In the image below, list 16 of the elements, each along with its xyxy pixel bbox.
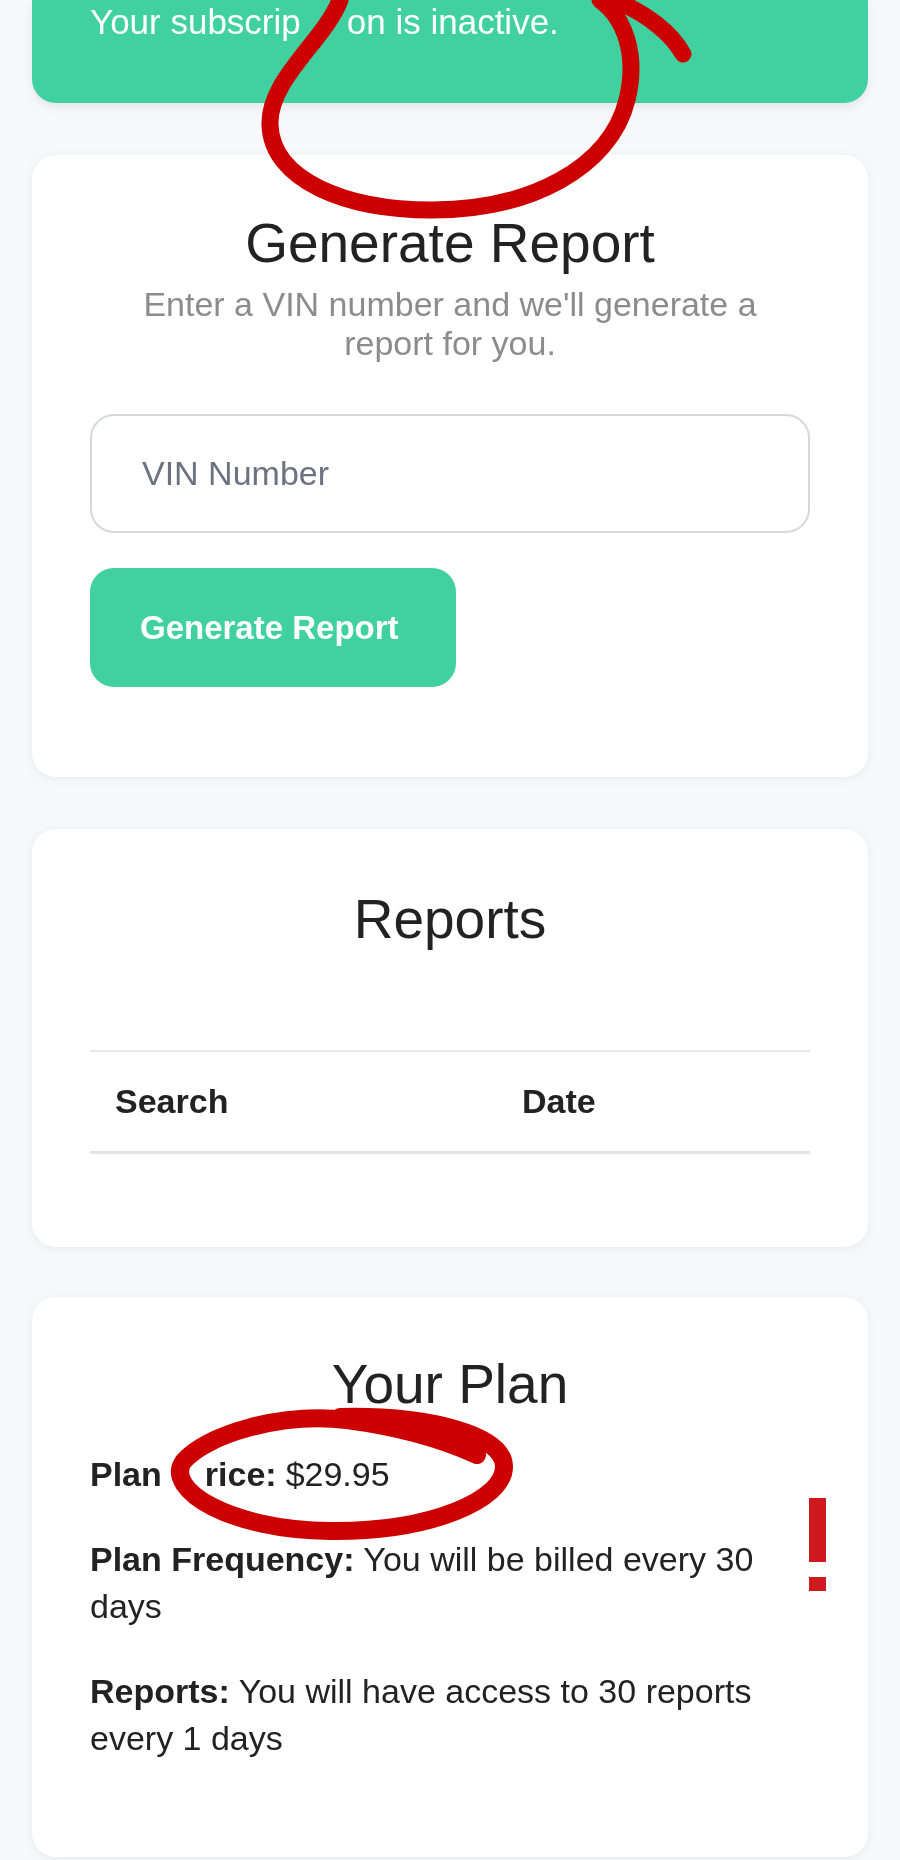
plan-detail: Reports: You will have access to 30 reports every 1 days: [90, 1670, 753, 1759]
banner-message: on is inactive.: [346, 2, 559, 42]
price-label: Plan: [90, 1453, 162, 1495]
generate-report-button[interactable]: Generate Report: [90, 568, 456, 687]
price-label: rice:: [204, 1453, 277, 1495]
column-header: Search: [90, 1051, 497, 1152]
column-header: Date: [497, 1051, 810, 1152]
price-value: $29.95: [285, 1453, 390, 1495]
plan-detail: Plan Frequency: You will be billed every 30 days: [90, 1538, 755, 1627]
card-title: Reports: [352, 888, 548, 950]
banner-message: Your subscrip: [90, 2, 301, 42]
card-title: Your Plan: [330, 1352, 570, 1415]
exclamation-mark-icon: [809, 1498, 826, 1591]
card-subtitle: Enter a VIN number and we'll generate a report for you.: [142, 285, 758, 363]
vin-input-field[interactable]: VIN Number: [90, 414, 810, 533]
card-title: Generate Report: [244, 212, 656, 274]
